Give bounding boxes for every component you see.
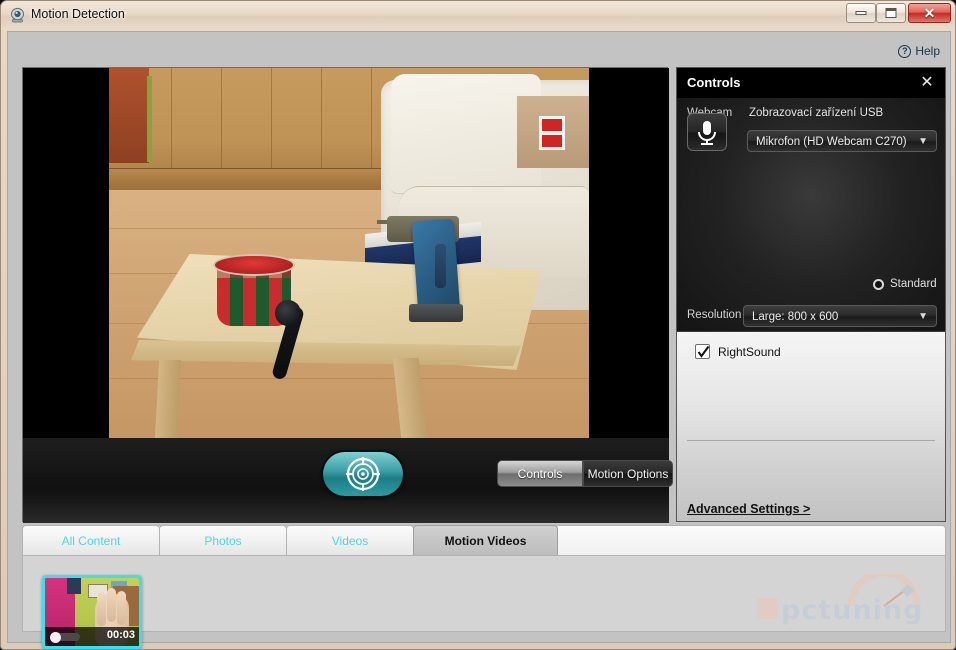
thumbnail-overlay-bar: 00:03 bbox=[45, 627, 139, 646]
quality-standard-label: Standard bbox=[890, 278, 937, 290]
controls-device-section: Webcam Zobrazovací zařízení USB Mic Mikr… bbox=[677, 98, 945, 331]
divider bbox=[687, 440, 935, 441]
watermark-square bbox=[757, 598, 778, 619]
close-icon: ✕ bbox=[923, 5, 936, 21]
microphone-button[interactable] bbox=[687, 113, 727, 151]
question-mark-icon: ? bbox=[898, 44, 912, 58]
tab-all-content[interactable]: All Content bbox=[22, 525, 160, 555]
scene-table-leg-left bbox=[154, 360, 182, 438]
resolution-label: Resolution bbox=[687, 309, 742, 321]
resolution-select-value: Large: 800 x 600 bbox=[752, 311, 839, 323]
minimize-button[interactable] bbox=[846, 3, 876, 23]
controls-audio-section: RightSound Advanced Settings > bbox=[677, 331, 945, 521]
watermark-text: pctuning bbox=[781, 595, 924, 626]
rightsound-row[interactable]: RightSound bbox=[695, 344, 781, 359]
client-area: ? Help Controls Motion Options Controls … bbox=[7, 31, 951, 649]
playback-scrubber[interactable] bbox=[50, 632, 80, 643]
scene-door bbox=[109, 68, 149, 163]
video-stage: Controls Motion Options bbox=[22, 67, 673, 523]
radio-selected-icon bbox=[873, 278, 884, 290]
title-bar: Motion Detection ✕ bbox=[1, 1, 955, 30]
mic-select[interactable]: Mikrofon (HD Webcam C270) ▼ bbox=[747, 130, 937, 152]
tab-motion-options[interactable]: Motion Options bbox=[583, 460, 673, 487]
tab-motion-videos[interactable]: Motion Videos bbox=[413, 525, 558, 555]
rightsound-label: RightSound bbox=[718, 344, 781, 359]
check-icon bbox=[697, 345, 710, 358]
close-icon[interactable]: ✕ bbox=[917, 73, 937, 93]
application-window: Motion Detection ✕ ? Help Controls Motio… bbox=[0, 0, 956, 650]
microphone-icon bbox=[698, 121, 716, 145]
controls-panel: Controls ✕ Webcam Zobrazovací zařízení U… bbox=[676, 67, 946, 522]
maximize-button[interactable] bbox=[876, 3, 906, 23]
motion-target-icon bbox=[346, 457, 380, 491]
video-toolbar: Controls Motion Options bbox=[23, 438, 673, 523]
close-button[interactable]: ✕ bbox=[908, 3, 951, 23]
controls-panel-title: Controls bbox=[687, 75, 741, 90]
mic-select-value: Mikrofon (HD Webcam C270) bbox=[756, 136, 907, 148]
controls-panel-header: Controls ✕ bbox=[677, 68, 945, 98]
list-item[interactable]: 00:03 bbox=[42, 575, 142, 649]
webcam-icon bbox=[9, 7, 26, 24]
webcam-frame bbox=[109, 68, 589, 438]
webcam-preview[interactable] bbox=[23, 68, 669, 438]
video-duration: 00:03 bbox=[106, 629, 135, 641]
scrubber-knob[interactable] bbox=[50, 632, 61, 643]
chevron-down-icon: ▼ bbox=[918, 311, 928, 322]
webcam-value: Zobrazovací zařízení USB bbox=[749, 107, 884, 119]
window-title: Motion Detection bbox=[31, 7, 125, 21]
motion-record-button[interactable] bbox=[323, 452, 403, 496]
chevron-down-icon: ▼ bbox=[918, 136, 928, 147]
pctuning-watermark: pctuning bbox=[755, 574, 923, 626]
scene-phone-dock bbox=[409, 304, 463, 322]
content-gallery: 00:03 pctuning bbox=[22, 555, 946, 649]
content-tab-bar: All Content Photos Videos Motion Videos bbox=[22, 525, 946, 555]
help-link[interactable]: ? Help bbox=[898, 44, 940, 58]
advanced-settings-link[interactable]: Advanced Settings > bbox=[687, 502, 810, 516]
tab-controls[interactable]: Controls bbox=[497, 460, 583, 487]
minimize-icon bbox=[855, 11, 867, 15]
rightsound-checkbox[interactable] bbox=[695, 344, 710, 359]
resolution-select[interactable]: Large: 800 x 600 ▼ bbox=[743, 305, 937, 327]
tab-photos[interactable]: Photos bbox=[159, 525, 287, 555]
help-label: Help bbox=[915, 44, 940, 58]
maximize-icon bbox=[885, 8, 897, 18]
tab-videos[interactable]: Videos bbox=[286, 525, 414, 555]
scene-green-strip bbox=[147, 76, 152, 162]
quality-standard-radio[interactable]: Standard bbox=[873, 278, 937, 290]
